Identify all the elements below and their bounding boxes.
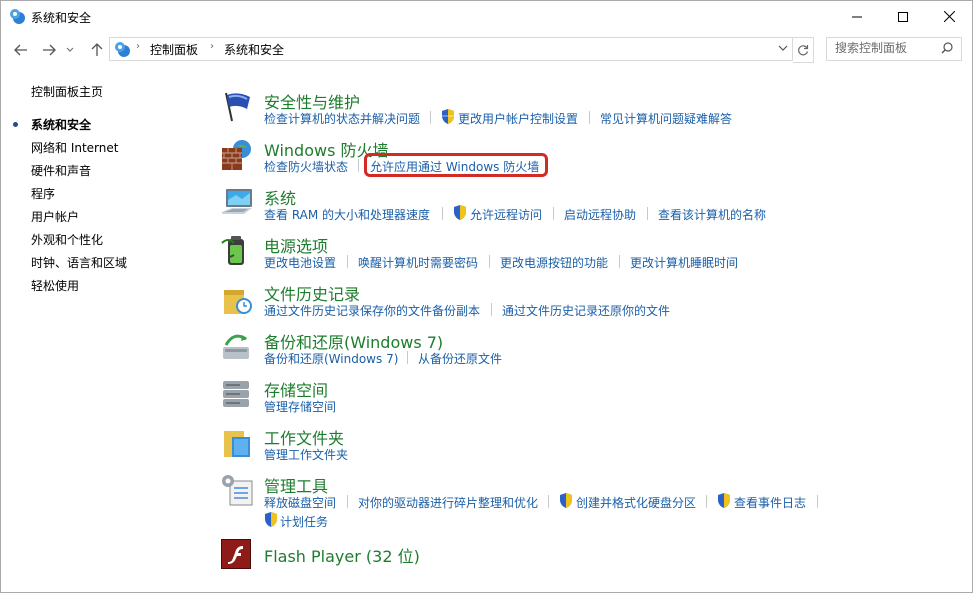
window-title: 系统和安全 <box>31 11 92 25</box>
link-divider <box>347 255 348 268</box>
firewall-icon[interactable] <box>220 138 254 172</box>
back-arrow-icon <box>14 44 27 56</box>
link-divider <box>706 495 707 508</box>
link-divider <box>553 207 554 220</box>
uac-shield-icon <box>442 109 454 124</box>
refresh-icon <box>798 45 809 56</box>
link-divider <box>491 303 492 316</box>
work-folders-icon[interactable] <box>220 425 254 459</box>
link-troubleshoot[interactable]: 常见计算机问题疑难解答 <box>600 110 732 127</box>
file-history-icon[interactable] <box>220 282 254 316</box>
breadcrumb-system-security[interactable]: 系统和安全 <box>224 41 284 58</box>
link-divider <box>619 255 620 268</box>
link-divider <box>489 255 490 268</box>
breadcrumb-control-panel[interactable]: 控制面板 <box>150 41 198 58</box>
search-input[interactable] <box>835 41 935 55</box>
link-divider <box>647 207 648 220</box>
search-icon[interactable] <box>941 42 953 54</box>
link-divider <box>430 111 431 124</box>
link-divider <box>358 159 359 172</box>
maximize-icon <box>898 11 908 22</box>
link-save-backup-copies[interactable]: 通过文件历史记录保存你的文件备份副本 <box>264 302 480 319</box>
chevron-down-icon <box>66 47 74 52</box>
storage-spaces-icon[interactable] <box>220 377 254 411</box>
link-check-firewall-status[interactable]: 检查防火墙状态 <box>264 158 348 175</box>
link-defragment-drives[interactable]: 对你的驱动器进行碎片整理和优化 <box>358 494 538 511</box>
close-button[interactable] <box>926 1 972 32</box>
control-panel-window: 系统和安全 › 控制面板 › 系统和安全 搜索控制面板 控制面板主页 系统和安全… <box>0 0 973 593</box>
sidebar-item-user-accounts[interactable]: 用户帐户 <box>31 208 79 225</box>
category-title-flash-player[interactable]: Flash Player (32 位) <box>264 543 420 567</box>
forward-button[interactable] <box>39 40 59 60</box>
sidebar-item-network[interactable]: 网络和 Internet <box>31 139 118 156</box>
sidebar-item-appearance[interactable]: 外观和个性化 <box>31 231 103 248</box>
link-divider <box>442 207 443 220</box>
close-icon <box>943 11 955 22</box>
flash-player-icon[interactable] <box>221 539 251 569</box>
forward-arrow-icon <box>43 44 56 56</box>
link-change-power-buttons[interactable]: 更改电源按钮的功能 <box>500 254 608 271</box>
link-divider <box>347 495 348 508</box>
control-panel-icon <box>10 9 25 24</box>
link-require-password-on-wake[interactable]: 唤醒计算机时需要密码 <box>358 254 478 271</box>
minimize-icon <box>852 16 862 17</box>
link-view-computer-name[interactable]: 查看该计算机的名称 <box>658 206 766 223</box>
up-button[interactable] <box>87 40 107 60</box>
sidebar-item-clock-region[interactable]: 时钟、语言和区域 <box>31 254 127 271</box>
sidebar-item-system-security[interactable]: 系统和安全 <box>31 116 91 133</box>
link-change-uac-settings[interactable]: 更改用户帐户控制设置 <box>458 110 578 127</box>
search-box[interactable] <box>826 37 962 61</box>
link-manage-storage-spaces[interactable]: 管理存储空间 <box>264 398 336 415</box>
link-check-computer-status[interactable]: 检查计算机的状态并解决问题 <box>264 110 420 127</box>
sidebar-item-hardware-sound[interactable]: 硬件和声音 <box>31 162 91 179</box>
control-panel-icon <box>115 42 130 57</box>
link-change-sleep-time[interactable]: 更改计算机睡眠时间 <box>630 254 738 271</box>
active-bullet <box>13 122 18 127</box>
link-free-disk-space[interactable]: 释放磁盘空间 <box>264 494 336 511</box>
up-arrow-icon <box>91 43 103 56</box>
link-divider <box>407 351 408 364</box>
system-computer-icon[interactable] <box>220 186 254 220</box>
admin-tools-icon[interactable] <box>220 473 254 507</box>
link-divider <box>817 495 818 508</box>
power-battery-icon[interactable] <box>220 233 254 267</box>
recent-locations-button[interactable] <box>63 40 77 60</box>
highlight-annotation <box>364 153 548 177</box>
link-change-battery-settings[interactable]: 更改电池设置 <box>264 254 336 271</box>
uac-shield-icon <box>454 205 466 220</box>
link-divider <box>589 111 590 124</box>
link-restore-from-backup[interactable]: 从备份还原文件 <box>418 350 502 367</box>
chevron-right-icon: › <box>210 41 214 52</box>
maximize-button[interactable] <box>880 1 926 32</box>
sidebar-item-ease-of-access[interactable]: 轻松使用 <box>31 277 79 294</box>
link-allow-remote-access[interactable]: 允许远程访问 <box>470 206 542 223</box>
uac-shield-icon <box>718 493 730 508</box>
link-launch-remote-assistance[interactable]: 启动远程协助 <box>564 206 636 223</box>
link-manage-work-folders[interactable]: 管理工作文件夹 <box>264 446 348 463</box>
title-bar: 系统和安全 <box>1 1 972 33</box>
uac-shield-icon <box>265 512 277 527</box>
link-view-ram-cpu[interactable]: 查看 RAM 的大小和处理器速度 <box>264 206 430 223</box>
link-schedule-tasks[interactable]: 计划任务 <box>280 513 328 530</box>
address-dropdown-chevron-down-icon[interactable] <box>778 45 788 52</box>
sidebar-item-programs[interactable]: 程序 <box>31 185 55 202</box>
minimize-button[interactable] <box>834 1 880 32</box>
link-restore-files[interactable]: 通过文件历史记录还原你的文件 <box>502 302 670 319</box>
refresh-button[interactable] <box>793 37 814 63</box>
link-divider <box>548 495 549 508</box>
address-bar[interactable]: › 控制面板 › 系统和安全 <box>109 37 793 61</box>
uac-shield-icon <box>560 493 572 508</box>
back-button[interactable] <box>11 40 31 60</box>
chevron-right-icon: › <box>136 41 140 52</box>
link-view-event-logs[interactable]: 查看事件日志 <box>734 494 806 511</box>
backup-restore-icon[interactable] <box>220 329 254 363</box>
sidebar-item-home[interactable]: 控制面板主页 <box>31 83 103 100</box>
link-backup-restore-win7[interactable]: 备份和还原(Windows 7) <box>264 350 398 367</box>
link-create-format-partitions[interactable]: 创建并格式化硬盘分区 <box>576 494 696 511</box>
security-flag-icon[interactable] <box>220 89 254 123</box>
